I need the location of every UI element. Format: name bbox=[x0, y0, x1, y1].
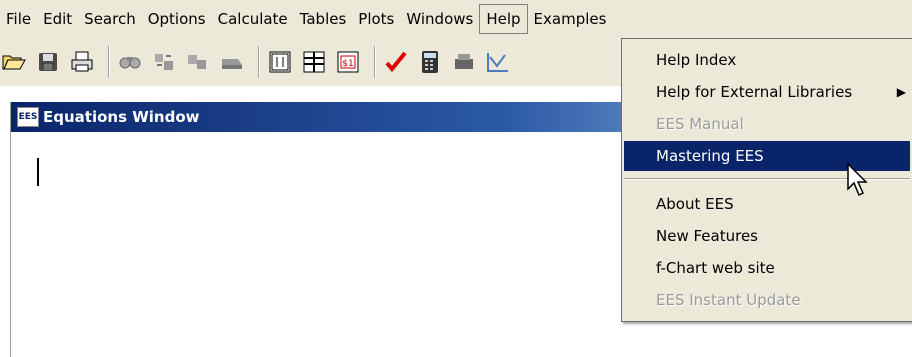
help-menu-item-external-libraries[interactable]: Help for External Libraries ▶ bbox=[624, 77, 910, 107]
help-menu-item-label: Help for External Libraries bbox=[656, 83, 853, 101]
menu-edit[interactable]: Edit bbox=[37, 6, 78, 32]
help-menu-item-label: Mastering EES bbox=[656, 147, 764, 165]
save-disk-icon[interactable] bbox=[34, 48, 62, 76]
help-menu-item-new-features[interactable]: New Features bbox=[624, 221, 910, 251]
menu-bar: File Edit Search Options Calculate Table… bbox=[0, 0, 912, 38]
menu-plots[interactable]: Plots bbox=[352, 6, 400, 32]
menu-help[interactable]: Help bbox=[479, 4, 528, 34]
help-menu-item-label: About EES bbox=[656, 195, 734, 213]
toolbar-separator bbox=[258, 46, 260, 78]
calculator-icon[interactable] bbox=[416, 48, 444, 76]
svg-text:$1: $1 bbox=[342, 59, 353, 69]
check-mark-icon[interactable] bbox=[382, 48, 410, 76]
menu-examples[interactable]: Examples bbox=[528, 6, 613, 32]
help-menu-item-ees-manual: EES Manual bbox=[624, 109, 910, 139]
help-menu-item-label: EES Instant Update bbox=[656, 291, 801, 309]
equations-window-title: Equations Window bbox=[43, 108, 200, 126]
help-menu-item-label: Help Index bbox=[656, 51, 737, 69]
help-menu-item-help-index[interactable]: Help Index bbox=[624, 45, 910, 75]
units-icon[interactable]: $1 bbox=[334, 48, 362, 76]
menu-options[interactable]: Options bbox=[142, 6, 212, 32]
toolbar-separator bbox=[374, 46, 376, 78]
submenu-arrow-icon: ▶ bbox=[896, 85, 906, 99]
menu-windows[interactable]: Windows bbox=[400, 6, 479, 32]
lookup-table-icon[interactable] bbox=[300, 48, 328, 76]
menu-tables[interactable]: Tables bbox=[294, 6, 353, 32]
toolbar-separator bbox=[108, 46, 110, 78]
printer-icon[interactable] bbox=[450, 48, 478, 76]
text-caret bbox=[37, 158, 39, 186]
find-icon[interactable] bbox=[116, 48, 144, 76]
help-menu-item-label: EES Manual bbox=[656, 115, 744, 133]
plot-icon[interactable] bbox=[484, 48, 512, 76]
menu-search[interactable]: Search bbox=[78, 6, 142, 32]
mouse-pointer-icon bbox=[847, 162, 869, 201]
find-next-icon[interactable] bbox=[184, 48, 212, 76]
menu-calculate[interactable]: Calculate bbox=[212, 6, 294, 32]
print-icon[interactable] bbox=[68, 48, 96, 76]
help-menu-item-label: New Features bbox=[656, 227, 758, 245]
check-format-icon[interactable] bbox=[218, 48, 246, 76]
help-menu-item-instant-update: EES Instant Update bbox=[624, 285, 910, 315]
parametric-table-icon[interactable] bbox=[266, 48, 294, 76]
ees-icon: EES bbox=[17, 107, 39, 127]
open-folder-icon[interactable] bbox=[0, 48, 28, 76]
replace-icon[interactable] bbox=[150, 48, 178, 76]
menu-file[interactable]: File bbox=[0, 6, 37, 32]
help-menu-item-label: f-Chart web site bbox=[656, 259, 775, 277]
help-menu-item-fchart-web-site[interactable]: f-Chart web site bbox=[624, 253, 910, 283]
